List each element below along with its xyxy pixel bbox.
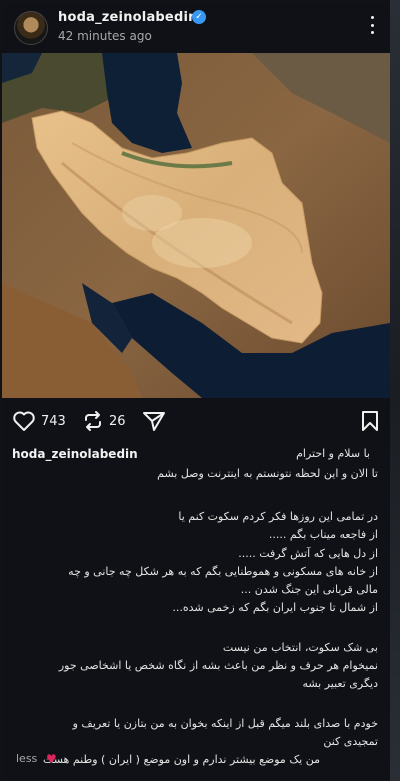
caption-line: تا الان و این لحظه نتونستم به اینترنت وص… xyxy=(157,467,378,480)
like-count[interactable]: 743 xyxy=(41,414,66,429)
caption-line: بی شک سکوت، انتخاب من نیست xyxy=(222,641,378,654)
repost-count[interactable]: 26 xyxy=(109,414,126,429)
post-card: hoda_zeinolabedin ✓ 42 minutes ago 743 2… xyxy=(2,3,391,779)
verified-badge-icon: ✓ xyxy=(192,10,206,24)
caption-line: از خانه های مسکونی و هموطنایی بگم که به … xyxy=(68,565,378,578)
repost-button[interactable]: 26 xyxy=(82,409,126,433)
bookmark-icon xyxy=(362,411,378,431)
screen: hoda_zeinolabedin ✓ 42 minutes ago 743 2… xyxy=(0,0,400,781)
broken-heart-icon: ♥ xyxy=(46,752,57,766)
post-timestamp: 42 minutes ago xyxy=(58,29,152,43)
post-actions-bar: 743 26 xyxy=(2,401,390,441)
caption-line: مالی قربانی این جنگ شدن ... xyxy=(240,583,378,596)
caption-line: از دل هایی که آتش گرفت ..... xyxy=(238,547,378,560)
repost-icon xyxy=(85,411,101,431)
avatar[interactable] xyxy=(14,11,48,45)
caption-line: تمجیدی کنن xyxy=(323,735,378,748)
post-username[interactable]: hoda_zeinolabedin xyxy=(58,10,198,25)
iran-satellite-map-image xyxy=(2,53,390,398)
post-image[interactable] xyxy=(2,53,390,398)
share-icon xyxy=(143,412,165,431)
screen-edge xyxy=(390,0,400,781)
caption-greeting: با سلام و احترام xyxy=(296,447,370,460)
like-button[interactable]: 743 xyxy=(12,409,66,433)
save-button[interactable] xyxy=(360,409,380,433)
more-options-icon[interactable] xyxy=(364,13,380,37)
caption-username[interactable]: hoda_zeinolabedin xyxy=(12,447,138,461)
caption-line: از شمال تا جنوب ایران بگم که زخمی شده... xyxy=(172,601,378,614)
caption-line: نمیخوام هر حرف و نظر من باعث بشه از نگاه… xyxy=(58,659,378,672)
caption-line: دیگری تعبیر بشه xyxy=(302,677,378,690)
caption-line: از فاجعه میناب بگم ..... xyxy=(268,528,378,541)
post-header: hoda_zeinolabedin ✓ 42 minutes ago xyxy=(2,3,390,51)
caption-line: خودم با صدای بلند میگم قبل از اینکه بخوا… xyxy=(72,717,378,730)
caption-line: در تمامی این روزها فکر کردم سکوت کنم یا xyxy=(178,510,378,523)
less-link[interactable]: less xyxy=(16,752,37,765)
heart-icon xyxy=(13,411,35,431)
share-button[interactable] xyxy=(142,409,166,433)
